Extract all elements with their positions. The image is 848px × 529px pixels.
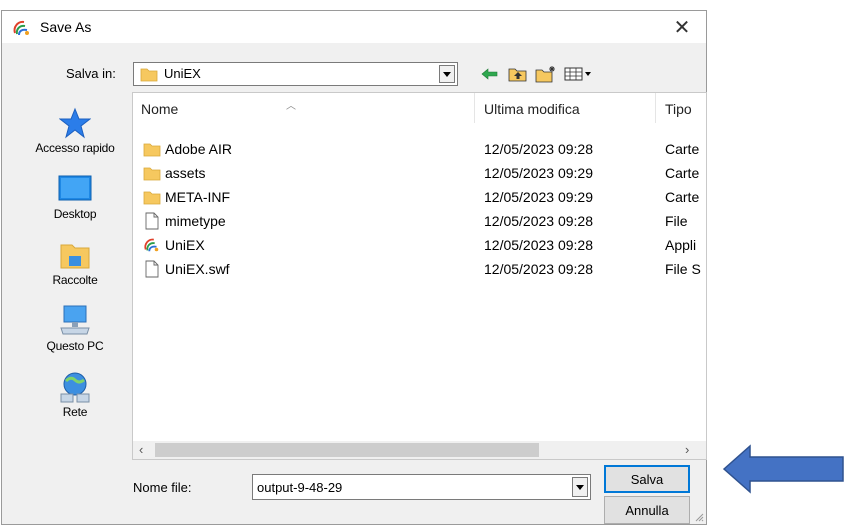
libraries-icon [60, 244, 90, 269]
resize-grip-icon[interactable] [694, 512, 704, 522]
star-icon [59, 107, 91, 139]
save-in-label: Salva in: [66, 66, 116, 81]
save-button[interactable]: Salva [604, 465, 690, 493]
filename-input[interactable]: output-9-48-29 [252, 474, 591, 500]
place-label: Rete [62, 405, 88, 419]
horizontal-scrollbar[interactable]: ‹ › [133, 441, 706, 459]
title-bar: Save As ✕ [2, 11, 706, 43]
save-in-dropdown[interactable]: UniEX [133, 62, 458, 86]
table-row[interactable]: assets 12/05/2023 09:29 Carte [133, 161, 706, 185]
place-label: Accesso rapido [35, 141, 115, 155]
file-icon [145, 260, 159, 278]
places-bar: Accesso rapido Desktop Raccolte Questo P… [20, 99, 130, 441]
place-label: Questo PC [46, 339, 104, 353]
folder-icon [140, 68, 158, 82]
place-rete[interactable]: Rete [20, 369, 130, 419]
place-questo-pc[interactable]: Questo PC [20, 303, 130, 353]
file-modified: 12/05/2023 09:28 [484, 213, 593, 229]
table-row[interactable]: META-INF 12/05/2023 09:29 Carte [133, 185, 706, 209]
file-type: Carte [665, 165, 700, 181]
file-type: Appli [665, 237, 697, 253]
table-row[interactable]: Adobe AIR 12/05/2023 09:28 Carte [133, 137, 706, 161]
chevron-down-icon[interactable] [572, 477, 588, 497]
sort-ascending-icon: ︿ [286, 101, 296, 112]
scrollbar-thumb[interactable] [155, 443, 539, 457]
file-name: UniEX.swf [165, 261, 230, 277]
chevron-down-icon[interactable] [439, 65, 455, 83]
close-icon: ✕ [673, 16, 691, 39]
computer-icon [60, 305, 90, 335]
folder-icon [143, 167, 161, 181]
place-desktop[interactable]: Desktop [20, 171, 130, 221]
annotation-arrow-icon [722, 444, 844, 494]
column-divider[interactable] [655, 93, 656, 123]
new-folder-button[interactable] [534, 63, 558, 85]
folder-icon [143, 191, 161, 205]
file-name: assets [165, 165, 206, 181]
file-modified: 12/05/2023 09:28 [484, 141, 593, 157]
new-folder-icon [535, 66, 555, 83]
file-type: File [665, 213, 688, 229]
desktop-icon [58, 175, 92, 201]
column-header-modified[interactable]: Ultima modifica [484, 101, 580, 117]
file-name: Adobe AIR [165, 141, 232, 157]
file-name: UniEX [165, 237, 205, 253]
filename-label: Nome file: [133, 480, 192, 495]
place-label: Raccolte [52, 273, 98, 287]
save-as-dialog: Save As ✕ Salva in: UniEX Accesso rapido… [1, 10, 707, 525]
file-type: Carte [665, 189, 700, 205]
back-arrow-icon [481, 68, 498, 80]
cancel-button[interactable]: Annulla [604, 496, 690, 524]
file-modified: 12/05/2023 09:29 [484, 189, 593, 205]
close-button[interactable]: ✕ [662, 13, 702, 41]
file-name: mimetype [165, 213, 226, 229]
file-type: Carte [665, 141, 700, 157]
view-menu-button[interactable] [562, 63, 596, 85]
place-accesso-rapido[interactable]: Accesso rapido [20, 105, 130, 155]
column-header-name[interactable]: Nome [141, 101, 178, 117]
table-row[interactable]: mimetype 12/05/2023 09:28 File [133, 209, 706, 233]
table-row[interactable]: UniEX 12/05/2023 09:28 Appli [133, 233, 706, 257]
scroll-left-icon[interactable]: ‹ [139, 442, 143, 457]
place-label: Desktop [53, 207, 97, 221]
file-modified: 12/05/2023 09:28 [484, 237, 593, 253]
network-icon [60, 372, 90, 403]
file-type: File S [665, 261, 701, 277]
file-modified: 12/05/2023 09:28 [484, 261, 593, 277]
view-menu-icon [564, 67, 591, 81]
column-divider[interactable] [474, 93, 475, 123]
back-button[interactable] [478, 63, 502, 85]
table-row[interactable]: UniEX.swf 12/05/2023 09:28 File S [133, 257, 706, 281]
column-header-type[interactable]: Tipo [665, 101, 692, 117]
app-icon [144, 238, 159, 252]
window-title: Save As [40, 19, 92, 35]
up-folder-button[interactable] [506, 63, 530, 85]
navigation-toolbar [478, 63, 596, 85]
scroll-right-icon[interactable]: › [685, 442, 689, 457]
file-list[interactable]: ︿ Nome Ultima modifica Tipo Adobe AIR 12… [132, 92, 707, 460]
filename-value: output-9-48-29 [257, 480, 343, 495]
app-logo-icon [13, 20, 29, 36]
file-name: META-INF [165, 189, 231, 205]
folder-icon [143, 143, 161, 157]
file-icon [145, 212, 159, 230]
save-in-value: UniEX [164, 66, 201, 81]
place-raccolte[interactable]: Raccolte [20, 237, 130, 287]
file-modified: 12/05/2023 09:29 [484, 165, 593, 181]
up-folder-icon [508, 68, 527, 82]
